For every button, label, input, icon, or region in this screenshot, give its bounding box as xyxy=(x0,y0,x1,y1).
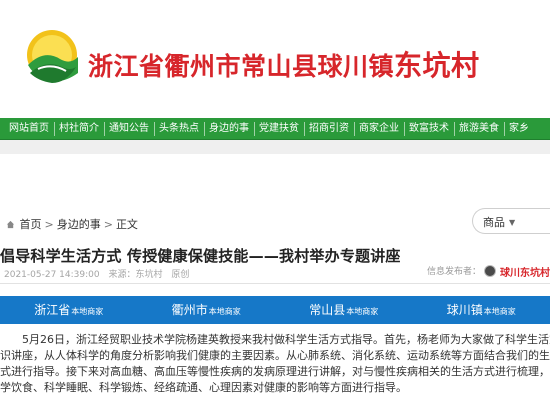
nav-item-home[interactable]: 网站首页 xyxy=(0,118,54,139)
nav-item-businesses[interactable]: 商家企业 xyxy=(354,118,404,139)
article-category: 原创 xyxy=(171,270,190,280)
article-body-line: 学饮食、科学睡眠、科学锻炼、经络疏通、心理因素对健康的影响等方面进行指导。 xyxy=(0,381,407,394)
publisher-avatar[interactable] xyxy=(484,265,496,277)
channel-zhejiang[interactable]: 浙江省本地商家 xyxy=(0,296,138,324)
breadcrumb-separator: > xyxy=(44,218,54,231)
breadcrumb-separator: > xyxy=(103,218,113,231)
article-body: 5月26日，浙江经贸职业技术学院杨建英教授来我村做科学生活方式指导。首先，杨老师… xyxy=(0,332,550,396)
channel-name: 常山县 xyxy=(309,303,346,317)
article-title: 倡导科学生活方式 传授健康保健技能——我村举办专题讲座 xyxy=(0,247,401,265)
breadcrumb-category[interactable]: 身边的事 xyxy=(57,218,101,231)
article-date: 2021-05-27 14:39:00 xyxy=(4,270,100,280)
nav-item-investment[interactable]: 招商引资 xyxy=(304,118,354,139)
publisher-name[interactable]: 球川东坑村 xyxy=(500,264,550,279)
nav-item-hometown[interactable]: 家乡 xyxy=(504,118,534,139)
channel-suffix: 本地商家 xyxy=(346,307,379,316)
search-box[interactable]: 商品 ▼ xyxy=(472,208,550,234)
site-title-village: 东坑村 xyxy=(394,49,480,82)
publisher-label: 信息发布者： xyxy=(427,267,482,277)
site-title-prefix: 浙江省衢州市常山县球川镇 xyxy=(88,52,395,81)
divider xyxy=(0,283,550,284)
channel-name: 衢州市 xyxy=(171,303,208,317)
breadcrumb-home[interactable]: 首页 xyxy=(20,218,42,231)
channel-name: 浙江省 xyxy=(34,303,71,317)
article-source: 来源：东坑村 xyxy=(108,270,163,280)
nav-item-travel-food[interactable]: 旅游美食 xyxy=(454,118,504,139)
site-header: 浙江省衢州市常山县球川镇东坑村 xyxy=(0,0,550,118)
breadcrumb-current: 正文 xyxy=(115,218,138,231)
nav-item-party-poverty[interactable]: 党建扶贫 xyxy=(254,118,304,139)
channel-quzhou[interactable]: 衢州市本地商家 xyxy=(138,296,276,324)
site-logo-icon[interactable] xyxy=(24,29,80,85)
caret-down-icon: ▼ xyxy=(509,218,516,227)
search-type-value: 商品 xyxy=(483,216,505,229)
nav-shadow-strip xyxy=(0,140,550,154)
site-title[interactable]: 浙江省衢州市常山县球川镇东坑村 xyxy=(88,44,480,84)
channel-name: 球川镇 xyxy=(446,303,483,317)
article-body-line: 式进行指导。接下来对高血糖、高血压等慢性疾病的发病原理进行讲解，对与慢性疾病相关… xyxy=(0,365,550,378)
main-nav: 网站首页 村社简介 通知公告 头条热点 身边的事 党建扶贫 招商引资 商家企业 … xyxy=(0,118,550,140)
breadcrumb: 首页 > 身边的事 > 正文 xyxy=(6,216,138,232)
local-business-bar: 浙江省本地商家 衢州市本地商家 常山县本地商家 球川镇本地商家 xyxy=(0,296,550,324)
home-icon xyxy=(6,220,15,229)
channel-suffix: 本地商家 xyxy=(208,307,241,316)
nav-item-local-news[interactable]: 身边的事 xyxy=(204,118,254,139)
channel-suffix: 本地商家 xyxy=(71,307,104,316)
article-body-line: 识讲座，从人体科学的角度分析影响我们健康的主要因素。从心肺系统、消化系统、运动系… xyxy=(0,349,550,362)
search-type-select[interactable]: 商品 ▼ xyxy=(483,214,515,230)
article-body-line: 5月26日，浙江经贸职业技术学院杨建英教授来我村做科学生活方式指导。首先，杨老师… xyxy=(0,333,550,346)
nav-item-tech[interactable]: 致富技术 xyxy=(404,118,454,139)
nav-item-notices[interactable]: 通知公告 xyxy=(104,118,154,139)
article-meta: 2021-05-27 14:39:00 来源：东坑村 原创 xyxy=(4,267,195,280)
channel-suffix: 本地商家 xyxy=(483,307,516,316)
nav-item-headlines[interactable]: 头条热点 xyxy=(154,118,204,139)
channel-qiuchuan[interactable]: 球川镇本地商家 xyxy=(413,296,550,324)
channel-changshan[interactable]: 常山县本地商家 xyxy=(275,296,413,324)
nav-item-village-intro[interactable]: 村社简介 xyxy=(54,118,104,139)
